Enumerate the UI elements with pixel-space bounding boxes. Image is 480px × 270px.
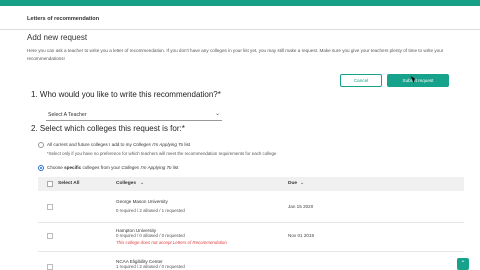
- college-stats: 0 required / 0 allowed / 0 requested: [116, 233, 185, 238]
- header-due[interactable]: Due: [288, 181, 297, 186]
- colleges-list-link[interactable]: Colleges I'm Applying To: [121, 165, 171, 170]
- college-warning: This college does not accept Letters of …: [116, 240, 227, 245]
- cancel-button[interactable]: Cancel: [340, 74, 382, 87]
- colleges-table-header: Select All Colleges ⌄ Due ⌄: [38, 177, 464, 191]
- intro-text: Here you can ask a teacher to write you …: [27, 48, 444, 61]
- chevron-down-icon: ⌄: [214, 111, 220, 117]
- table-row: NCAA Eligibility Center 1 required / 2 a…: [38, 253, 464, 270]
- header-select-all[interactable]: Select All: [58, 181, 79, 186]
- college-stats: 0 required / 2 allowed / 1 requested: [116, 208, 185, 213]
- question-colleges: 2. Select which colleges this request is…: [31, 124, 185, 133]
- row-checkbox[interactable]: [47, 233, 53, 239]
- teacher-select-value: Select A Teacher: [48, 112, 87, 118]
- breadcrumb[interactable]: Letters of recommendation: [27, 16, 99, 22]
- radio-specific-colleges[interactable]: [38, 165, 44, 171]
- colleges-list-link[interactable]: Colleges I'm Applying To: [133, 142, 183, 147]
- college-name: George Mason University: [116, 199, 168, 204]
- option-all-colleges-label: All current and future colleges I add to…: [47, 142, 191, 147]
- teacher-select[interactable]: Select A Teacher ⌄: [46, 109, 222, 121]
- college-due-date: Nov 01 2019: [288, 233, 315, 238]
- option-specific-colleges-label: Choose specific colleges from your Colle…: [47, 165, 179, 170]
- college-stats: 1 required / 2 allowed / 0 requested: [116, 264, 185, 269]
- table-row: Hampton University 0 required / 0 allowe…: [38, 222, 464, 252]
- page-title: Add new request: [27, 33, 88, 42]
- submit-request-button[interactable]: Submit request: [387, 74, 449, 87]
- row-checkbox[interactable]: [47, 264, 53, 270]
- scroll-to-top-icon[interactable]: ⌃: [457, 258, 469, 270]
- breadcrumb-bar: Letters of recommendation: [0, 6, 480, 30]
- question-teacher: 1. Who would you like to write this reco…: [31, 90, 221, 99]
- table-row: George Mason University 0 required / 2 a…: [38, 193, 464, 223]
- option-all-note: *Select only if you have no preference f…: [47, 151, 277, 156]
- sort-icon[interactable]: ⌄: [300, 180, 304, 186]
- select-all-checkbox[interactable]: [47, 181, 53, 187]
- radio-all-colleges[interactable]: [38, 142, 44, 148]
- college-due-date: Jan 15 2020: [288, 204, 314, 209]
- row-checkbox[interactable]: [47, 204, 53, 210]
- sort-icon[interactable]: ⌄: [140, 180, 144, 186]
- header-colleges[interactable]: Colleges: [116, 181, 136, 186]
